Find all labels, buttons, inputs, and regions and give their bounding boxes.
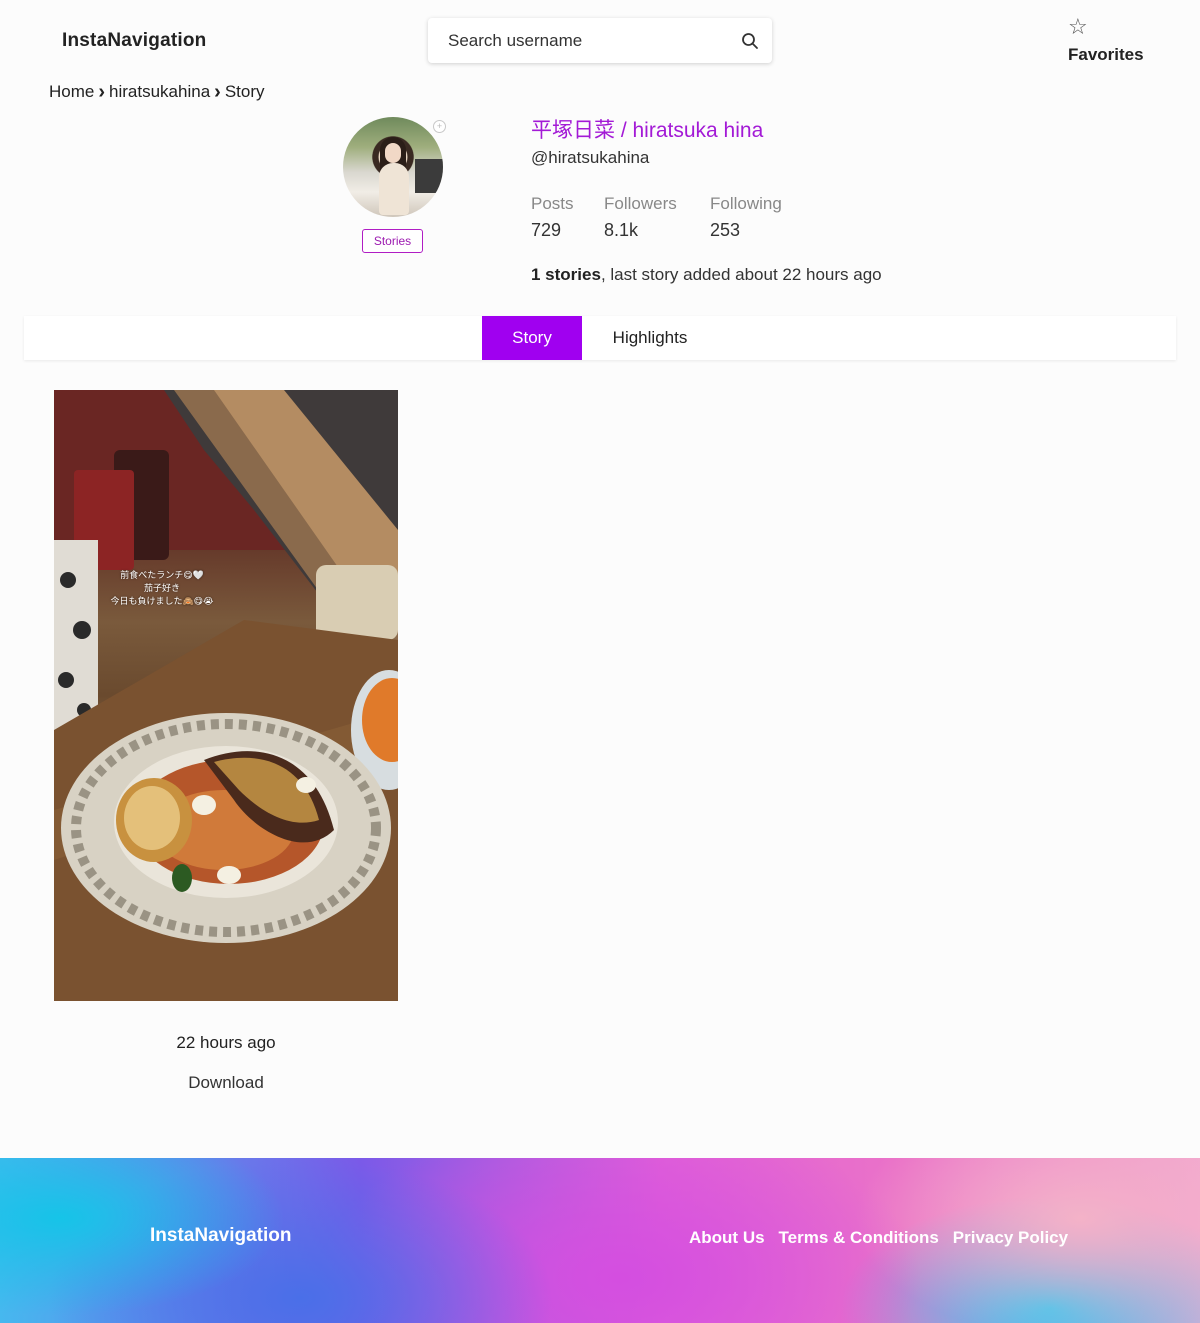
chevron-right-icon: › bbox=[98, 81, 106, 103]
tab-bar: Story Highlights bbox=[24, 316, 1176, 360]
site-logo[interactable]: InstaNavigation bbox=[62, 30, 206, 52]
footer-link-about[interactable]: About Us bbox=[689, 1228, 765, 1248]
search-input[interactable] bbox=[448, 30, 740, 51]
profile-full-name: 平塚日菜 / hiratsuka hina bbox=[531, 119, 764, 142]
caption-line: 今日も負けました🙈😋😭 bbox=[110, 597, 214, 607]
footer-logo[interactable]: InstaNavigation bbox=[150, 1225, 291, 1247]
stat-label: Following bbox=[710, 194, 782, 213]
favorites-label: Favorites bbox=[1068, 45, 1144, 64]
story-summary: 1 stories, last story added about 22 hou… bbox=[531, 265, 882, 285]
star-icon: ☆ bbox=[1068, 14, 1088, 39]
stat-followers: Followers 8.1k bbox=[604, 194, 677, 241]
breadcrumb-current: Story bbox=[224, 82, 265, 101]
caption-line: 茄子好き bbox=[143, 584, 180, 594]
stories-button[interactable]: Stories bbox=[362, 229, 423, 253]
footer-link-privacy[interactable]: Privacy Policy bbox=[953, 1228, 1068, 1248]
caption-line: 前食べたランチ😋🤍 bbox=[120, 571, 204, 581]
story-timestamp: 22 hours ago bbox=[176, 1033, 276, 1052]
profile-handle: @hiratsukahina bbox=[531, 148, 650, 167]
chevron-right-icon: › bbox=[214, 81, 221, 103]
footer-link-terms[interactable]: Terms & Conditions bbox=[779, 1228, 939, 1248]
footer: InstaNavigation About Us Terms & Conditi… bbox=[0, 1158, 1200, 1323]
story-caption: 前食べたランチ😋🤍 茄子好き 今日も負けました🙈😋😭 bbox=[54, 570, 270, 609]
avatar[interactable] bbox=[343, 117, 443, 217]
stat-label: Followers bbox=[604, 194, 677, 213]
favorites-link[interactable]: ☆ Favorites bbox=[1068, 15, 1144, 65]
stat-posts: Posts 729 bbox=[531, 194, 574, 241]
stat-value: 253 bbox=[710, 220, 741, 240]
breadcrumb: Home › hiratsukahina › Story bbox=[49, 82, 265, 102]
story-count: 1 stories bbox=[531, 265, 601, 284]
tab-story[interactable]: Story bbox=[482, 316, 582, 360]
tab-highlights[interactable]: Highlights bbox=[600, 316, 700, 360]
story-photo bbox=[54, 390, 398, 1001]
plus-icon: + bbox=[433, 120, 446, 133]
story-summary-text: , last story added about 22 hours ago bbox=[600, 265, 882, 284]
stat-value: 729 bbox=[531, 220, 562, 240]
stat-value: 8.1k bbox=[604, 220, 639, 240]
download-button[interactable]: Download bbox=[54, 1073, 398, 1093]
search-bar bbox=[428, 18, 772, 63]
search-icon[interactable] bbox=[740, 31, 760, 51]
stat-label: Posts bbox=[531, 194, 574, 213]
stat-following: Following 253 bbox=[710, 194, 782, 241]
breadcrumb-home[interactable]: Home bbox=[49, 82, 94, 102]
story-image[interactable]: 前食べたランチ😋🤍 茄子好き 今日も負けました🙈😋😭 bbox=[54, 390, 398, 1001]
breadcrumb-profile[interactable]: hiratsukahina bbox=[109, 82, 210, 102]
footer-links: About Us Terms & Conditions Privacy Poli… bbox=[689, 1228, 1068, 1248]
